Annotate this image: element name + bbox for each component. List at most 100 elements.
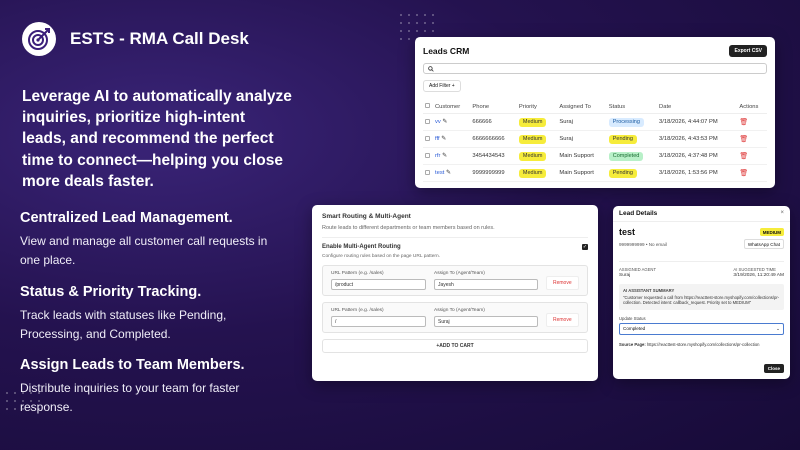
url-pattern-label: URL Pattern (e.g. /sales): [331, 308, 384, 313]
column-header[interactable]: Assigned To: [557, 100, 607, 114]
app-title: ESTS - RMA Call Desk: [70, 29, 249, 48]
source-page-label: Source Page:: [619, 341, 646, 347]
smart-routing-panel: Smart Routing & Multi-Agent Route leads …: [312, 205, 598, 381]
trash-icon[interactable]: 🗑: [739, 119, 748, 126]
lead-name: test: [619, 227, 636, 237]
priority-badge: Medium: [518, 151, 547, 161]
routing-rule: URL Pattern (e.g. /sales) / Assign To (A…: [322, 302, 588, 333]
routing-rule: URL Pattern (e.g. /sales) /product Assig…: [322, 265, 588, 296]
row-checkbox[interactable]: [425, 169, 430, 175]
feature-status-tracking: Status & Priority Tracking. Track leads …: [20, 284, 290, 344]
source-page: Source Page: https://reacttest-store.mys…: [619, 342, 784, 347]
feature-title: Status & Priority Tracking.: [20, 284, 202, 300]
status-badge: Completed: [608, 151, 644, 161]
ai-summary: AI ASSISTANT SUMMARY "Customer requested…: [619, 284, 784, 310]
url-pattern-input[interactable]: /product: [331, 279, 426, 290]
assign-to-label: Assign To (Agent/Team): [434, 271, 485, 276]
table-row[interactable]: test ✎ 9999999999 Medium Main Support Pe…: [423, 164, 767, 182]
feature-title: Centralized Lead Management.: [20, 210, 233, 226]
remove-rule-button[interactable]: Remove: [546, 276, 579, 290]
date-cell: 3/18/2026, 4:37:48 PM: [657, 147, 738, 165]
customer-link[interactable]: vv: [435, 119, 441, 125]
customer-link[interactable]: rfr: [435, 153, 440, 159]
suggested-time-label: AI SUGGESTED TIME: [733, 267, 776, 272]
date-cell: 3/18/2026, 4:43:53 PM: [657, 130, 738, 148]
assigned-agent-value: Suraj: [619, 273, 631, 278]
url-pattern-input[interactable]: /: [331, 316, 426, 327]
column-header[interactable]: Priority: [516, 100, 558, 114]
add-filter-button[interactable]: Add Filter +: [423, 80, 461, 92]
column-header[interactable]: Date: [657, 100, 738, 114]
ai-summary-label: AI ASSISTANT SUMMARY: [623, 288, 675, 293]
lead-contact: 9999999999 • No email: [619, 241, 667, 247]
routing-title: Smart Routing & Multi-Agent: [322, 213, 411, 220]
export-csv-button[interactable]: Export CSV: [729, 45, 767, 57]
url-pattern-label: URL Pattern (e.g. /sales): [331, 271, 384, 276]
edit-icon[interactable]: ✎: [442, 153, 447, 159]
priority-badge: Medium: [518, 117, 547, 127]
feature-desc: View and manage all customer call reques…: [20, 234, 268, 268]
column-header[interactable]: Customer: [433, 100, 471, 114]
edit-icon[interactable]: ✎: [446, 170, 451, 176]
status-badge: Pending: [608, 168, 637, 178]
add-filter-label: Add Filter: [429, 83, 451, 89]
assigned-cell: Main Support: [557, 164, 607, 182]
feature-assign-leads: Assign Leads to Team Members. Distribute…: [20, 357, 290, 417]
date-cell: 3/18/2026, 4:44:07 PM: [657, 113, 738, 131]
table-row[interactable]: rfr ✎ 3454434543 Medium Main Support Com…: [423, 147, 767, 165]
assigned-cell: Suraj: [557, 113, 607, 131]
leads-crm-panel: Leads CRM Export CSV Add Filter + Custom…: [415, 37, 775, 188]
assign-to-input[interactable]: Suraj: [434, 316, 538, 327]
status-select[interactable]: Completed ⌄: [619, 322, 784, 335]
feature-desc: Track leads with statuses like Pending, …: [20, 308, 227, 342]
priority-badge: Medium: [518, 134, 547, 144]
enable-routing-checkbox[interactable]: ✓: [582, 244, 588, 250]
row-checkbox[interactable]: [425, 152, 430, 158]
update-status-label: Update Status: [619, 315, 646, 321]
select-all-checkbox[interactable]: [425, 103, 430, 108]
crm-title: Leads CRM: [423, 46, 470, 56]
close-button[interactable]: Close: [763, 364, 784, 373]
plus-icon: +: [451, 83, 455, 89]
whatsapp-chat-button[interactable]: WhatsApp Chat: [743, 239, 784, 249]
ai-summary-text: "Customer requested a call from https://…: [623, 295, 780, 306]
priority-badge: MEDIUM: [759, 228, 784, 236]
phone-cell: 6666666666: [470, 130, 517, 148]
edit-icon[interactable]: ✎: [442, 119, 447, 125]
phone-cell: 3454434543: [470, 147, 517, 165]
leads-table: Customer Phone Priority Assigned To Stat…: [423, 100, 767, 182]
source-page-link[interactable]: https://reacttest-store.myshopify.com/co…: [647, 342, 760, 347]
column-header: Actions: [737, 100, 767, 114]
row-checkbox[interactable]: [425, 135, 430, 141]
column-header[interactable]: Status: [606, 100, 658, 114]
feature-desc: Distribute inquiries to your team for fa…: [20, 381, 240, 415]
enable-routing-label: Enable Multi-Agent Routing: [322, 244, 401, 250]
assigned-cell: Suraj: [557, 130, 607, 148]
app-logo-icon: [22, 22, 56, 56]
assign-to-label: Assign To (Agent/Team): [434, 308, 485, 313]
edit-icon[interactable]: ✎: [441, 136, 446, 142]
column-header[interactable]: Phone: [470, 100, 517, 114]
assign-to-input[interactable]: Jayesh: [434, 279, 538, 290]
table-row[interactable]: vv ✎ 666666 Medium Suraj Processing 3/18…: [423, 113, 767, 131]
search-input[interactable]: [423, 63, 767, 74]
trash-icon[interactable]: 🗑: [739, 153, 748, 160]
close-icon[interactable]: ×: [780, 210, 784, 217]
status-badge: Pending: [608, 134, 637, 144]
trash-icon[interactable]: 🗑: [739, 136, 748, 143]
lead-details-title: Lead Details: [619, 210, 658, 217]
remove-rule-button[interactable]: Remove: [546, 313, 579, 327]
priority-badge: Medium: [518, 168, 547, 178]
assigned-agent-label: ASSIGNED AGENT: [619, 267, 656, 272]
app-header: ESTS - RMA Call Desk: [22, 22, 249, 56]
add-rule-button[interactable]: +ADD TO CART: [322, 339, 588, 353]
status-badge: Processing: [608, 117, 644, 127]
lead-details-panel: Lead Details × test MEDIUM 9999999999 • …: [613, 206, 790, 379]
trash-icon[interactable]: 🗑: [739, 170, 748, 177]
row-checkbox[interactable]: [425, 118, 430, 124]
customer-link[interactable]: test: [435, 170, 444, 176]
status-select-value: Completed: [623, 325, 646, 331]
customer-link[interactable]: fff: [435, 136, 440, 142]
feature-lead-management: Centralized Lead Management. View and ma…: [20, 210, 290, 270]
table-row[interactable]: fff ✎ 6666666666 Medium Suraj Pending 3/…: [423, 130, 767, 148]
